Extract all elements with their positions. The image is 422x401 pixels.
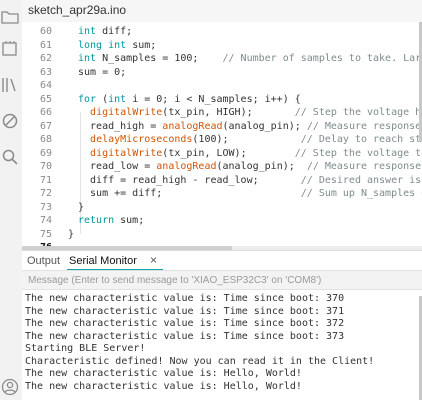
serial-line: The new characteristic value is: Hello, … (25, 381, 302, 393)
serial-output: The new characteristic value is: Time si… (22, 290, 422, 400)
serial-line: The new characteristic value is: Time si… (25, 293, 344, 305)
line-code: int N_samples = 100; // Number of sample… (78, 51, 422, 66)
code-token (78, 134, 90, 145)
code-token: // Step the voltage high on c (295, 107, 422, 118)
activity-sidebar (0, 0, 23, 400)
code-token: long int (78, 40, 126, 51)
code-token: return (78, 215, 114, 226)
code-token: sum; (126, 40, 156, 51)
code-token: } (68, 229, 74, 240)
code-token: // Measure response of con (307, 161, 422, 172)
code-token: int (108, 94, 126, 105)
account-icon[interactable] (1, 378, 19, 396)
code-token: analogRead (156, 161, 216, 172)
line-code: return sum; (78, 213, 144, 228)
code-token: // Number of samples to take. Larger num (223, 53, 422, 64)
code-token: sum += diff; (78, 188, 301, 199)
code-token: diff; (96, 26, 132, 37)
code-token: sum = 0; (78, 67, 126, 78)
serial-line: Starting BLE Server! (25, 343, 145, 355)
code-token: int (78, 53, 96, 64)
tab-output[interactable]: Output (27, 254, 60, 268)
code-token: // Step the voltage to zero c (295, 148, 422, 159)
serial-line: The new characteristic value is: Time si… (25, 306, 344, 318)
code-token (78, 107, 90, 118)
code-token: // Measure response of con (307, 121, 422, 132)
code-token: (100); (192, 134, 300, 145)
serial-line: The new characteristic value is: Time si… (25, 331, 344, 343)
code-token: // Sum up N_samples of these (301, 188, 422, 199)
code-token: digitalWrite (90, 148, 162, 159)
line-code: sum = 0; (78, 65, 126, 80)
code-token: (tx_pin, LOW); (162, 148, 294, 159)
code-token: for (78, 94, 96, 105)
code-token: digitalWrite (90, 107, 162, 118)
serial-line: Characteristic defined! Now you can read… (25, 356, 374, 368)
code-token: i = 0; i < N_samples; i++) { (126, 94, 301, 105)
code-token: diff = read_high - read_low; (78, 175, 301, 186)
library-icon[interactable] (1, 76, 19, 94)
code-token: delayMicroseconds (90, 134, 192, 145)
code-token: N_samples = 100; (96, 53, 222, 64)
search-icon[interactable] (1, 148, 19, 166)
code-token: // Delay to reach steady sta (301, 134, 422, 145)
code-token: read_low = (78, 161, 156, 172)
code-token: (analog_pin); (217, 161, 307, 172)
code-token: int (78, 26, 96, 37)
code-token: (tx_pin, HIGH); (162, 107, 294, 118)
code-token (78, 148, 90, 159)
code-token: ( (96, 94, 108, 105)
code-token: read_high = (78, 121, 162, 132)
code-token: sum; (114, 215, 144, 226)
folder-icon[interactable] (1, 8, 19, 26)
code-token: analogRead (162, 121, 222, 132)
close-serial-monitor-icon[interactable]: × (150, 253, 157, 267)
code-editor[interactable]: 60int diff;61long int sum;62int N_sample… (22, 22, 422, 250)
serial-line: The new characteristic value is: Time si… (25, 318, 344, 330)
serial-message-input[interactable]: Message (Enter to send message to 'XIAO_… (22, 270, 422, 290)
editor-tab-bar: sketch_apr29a.ino (22, 0, 422, 23)
tab-serial-monitor[interactable]: Serial Monitor (69, 254, 137, 268)
debug-icon[interactable] (1, 112, 19, 130)
line-code: } (68, 227, 74, 242)
line-code: sum += diff; // Sum up N_samples of thes… (78, 186, 422, 201)
boards-icon[interactable] (1, 40, 19, 58)
serial-line: The new characteristic value is: Hello, … (25, 368, 302, 380)
code-token: } (78, 202, 84, 213)
code-token: (analog_pin); (223, 121, 307, 132)
code-token: // Desired answer is the diff (301, 175, 422, 186)
bottom-panel-tabs: Output Serial Monitor × (22, 250, 422, 271)
file-tab[interactable]: sketch_apr29a.ino (26, 0, 128, 22)
